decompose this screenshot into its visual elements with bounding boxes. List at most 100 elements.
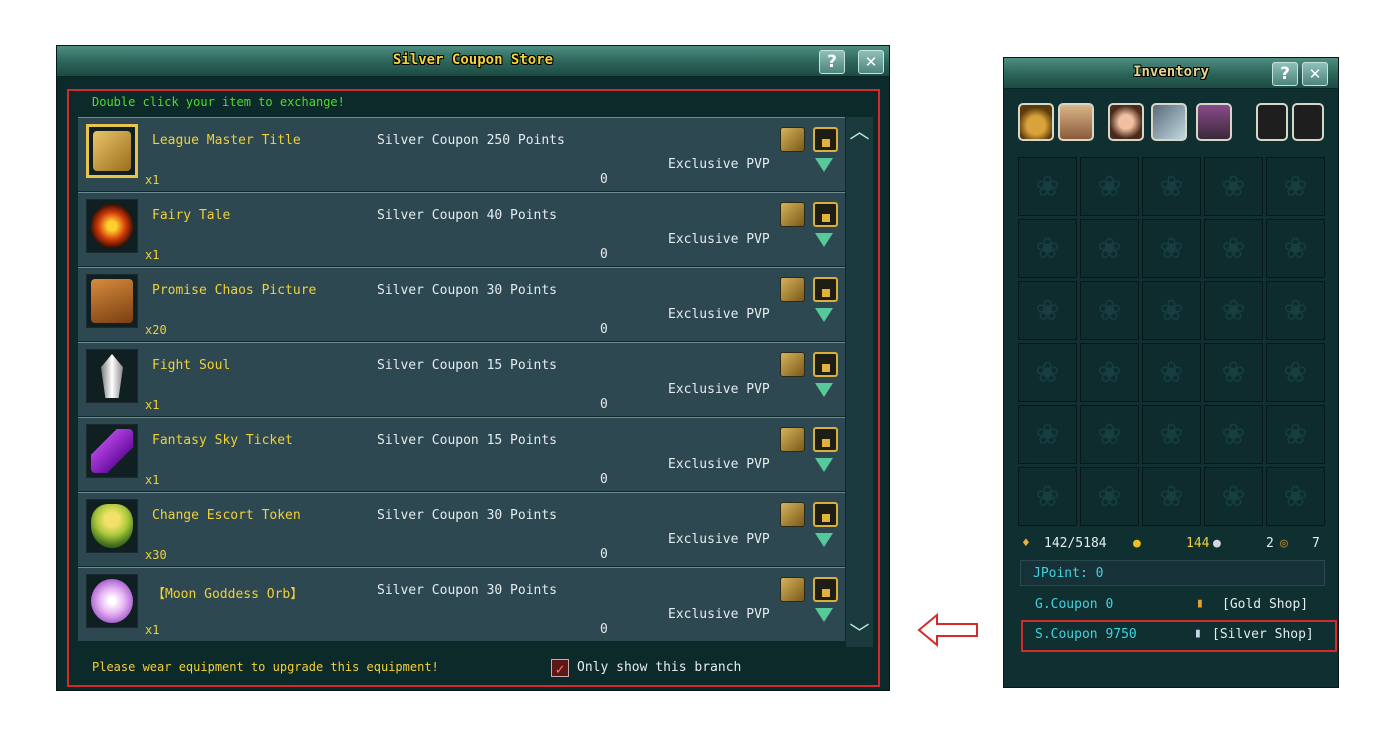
inventory-slot[interactable]: [1204, 219, 1263, 278]
item-thumb[interactable]: [86, 574, 138, 628]
store-titlebar[interactable]: Silver Coupon Store ? ✕: [57, 46, 889, 77]
compare-icon[interactable]: [780, 427, 805, 452]
inventory-slot[interactable]: [1266, 343, 1325, 402]
list-item[interactable]: x20 Promise Chaos Picture Silver Coupon …: [78, 267, 845, 341]
item-name: League Master Title: [152, 133, 301, 148]
inventory-slot[interactable]: [1080, 281, 1139, 340]
inventory-slot[interactable]: [1142, 343, 1201, 402]
silver-shop-link[interactable]: [Silver Shop]: [1212, 627, 1314, 642]
lock-icon[interactable]: [813, 127, 838, 152]
inventory-slot[interactable]: [1204, 281, 1263, 340]
orb-icon: [91, 579, 133, 623]
inventory-slot[interactable]: [1204, 405, 1263, 464]
item-thumb[interactable]: [86, 499, 138, 553]
compare-icon[interactable]: [780, 577, 805, 602]
copper-value: 7: [1312, 536, 1320, 551]
compare-icon[interactable]: [780, 202, 805, 227]
inventory-slot[interactable]: [1080, 343, 1139, 402]
gold-shop-icon[interactable]: ▮: [1196, 596, 1204, 611]
expand-arrow-icon[interactable]: [815, 533, 833, 547]
lock-icon[interactable]: [813, 352, 838, 377]
inventory-slot[interactable]: [1018, 281, 1077, 340]
inventory-slot[interactable]: [1266, 219, 1325, 278]
inventory-slot[interactable]: [1142, 405, 1201, 464]
item-thumb[interactable]: [86, 349, 138, 403]
compare-icon[interactable]: [780, 502, 805, 527]
lock-icon[interactable]: [1256, 103, 1288, 141]
compare-icon[interactable]: [780, 127, 805, 152]
scroll-down-icon[interactable]: ﹀: [848, 621, 871, 645]
inventory-slot[interactable]: [1080, 219, 1139, 278]
lock-icon[interactable]: [813, 577, 838, 602]
lock-icon[interactable]: [813, 427, 838, 452]
inventory-slot[interactable]: [1266, 405, 1325, 464]
item-owned: 0: [600, 172, 608, 187]
close-button[interactable]: ✕: [1302, 62, 1328, 86]
expand-arrow-icon[interactable]: [815, 383, 833, 397]
expand-arrow-icon[interactable]: [815, 458, 833, 472]
scroll-up-icon[interactable]: ︿: [848, 119, 871, 143]
inventory-slot[interactable]: [1142, 157, 1201, 216]
list-scrollbar[interactable]: ︿ ﹀: [846, 117, 873, 647]
inventory-slot[interactable]: [1266, 157, 1325, 216]
list-item[interactable]: x1 【Moon Goddess Orb】 Silver Coupon 30 P…: [78, 567, 845, 641]
inventory-slot[interactable]: [1080, 467, 1139, 526]
compare-icon[interactable]: [780, 352, 805, 377]
list-item[interactable]: x1 Fairy Tale Silver Coupon 40 Points 0 …: [78, 192, 845, 266]
list-item[interactable]: x1 League Master Title Silver Coupon 250…: [78, 117, 845, 191]
inventory-slot[interactable]: [1018, 343, 1077, 402]
lock-icon[interactable]: [813, 277, 838, 302]
armor-icon[interactable]: [1108, 103, 1144, 141]
inventory-slot[interactable]: [1204, 343, 1263, 402]
expand-arrow-icon[interactable]: [815, 608, 833, 622]
silver-shop-icon[interactable]: ▮: [1194, 626, 1202, 641]
inventory-slot[interactable]: [1018, 219, 1077, 278]
inventory-slot[interactable]: [1080, 157, 1139, 216]
help-button[interactable]: ?: [819, 50, 845, 74]
inventory-slot[interactable]: [1080, 405, 1139, 464]
item-price: Silver Coupon 250 Points: [377, 133, 565, 148]
scroll-icon: [93, 131, 131, 171]
inventory-slot[interactable]: [1204, 157, 1263, 216]
inventory-titlebar[interactable]: Inventory ? ✕: [1004, 58, 1338, 89]
lock-icon[interactable]: [813, 202, 838, 227]
inventory-slot[interactable]: [1142, 281, 1201, 340]
item-tag: Exclusive PVP: [668, 457, 770, 472]
inventory-slot[interactable]: [1018, 467, 1077, 526]
list-item[interactable]: x1 Fantasy Sky Ticket Silver Coupon 15 P…: [78, 417, 845, 491]
item-owned: 0: [600, 622, 608, 637]
item-thumb[interactable]: [86, 274, 138, 328]
compare-icon[interactable]: [780, 277, 805, 302]
inventory-slot[interactable]: [1142, 467, 1201, 526]
sword-icon[interactable]: [1151, 103, 1187, 141]
expand-arrow-icon[interactable]: [815, 158, 833, 172]
inventory-slot[interactable]: [1204, 467, 1263, 526]
close-button[interactable]: ✕: [858, 50, 884, 74]
unlock-icon[interactable]: [1292, 103, 1324, 141]
scroll-list-icon[interactable]: [1058, 103, 1094, 141]
inventory-slot[interactable]: [1018, 405, 1077, 464]
inventory-slot[interactable]: [1266, 467, 1325, 526]
inventory-slot[interactable]: [1142, 219, 1201, 278]
boot-icon[interactable]: [1196, 103, 1232, 141]
item-thumb[interactable]: [86, 424, 138, 478]
help-button[interactable]: ?: [1272, 62, 1298, 86]
gold-shop-link[interactable]: [Gold Shop]: [1222, 597, 1308, 612]
expand-arrow-icon[interactable]: [815, 233, 833, 247]
list-item[interactable]: x30 Change Escort Token Silver Coupon 30…: [78, 492, 845, 566]
lock-icon[interactable]: [813, 502, 838, 527]
item-owned: 0: [600, 547, 608, 562]
capacity-value: 142/5184: [1044, 536, 1107, 551]
branch-checkbox[interactable]: ✓: [551, 659, 569, 678]
item-thumb[interactable]: [86, 124, 138, 178]
inventory-slot[interactable]: [1266, 281, 1325, 340]
silver-ingot-icon: ●: [1213, 536, 1221, 551]
expand-arrow-icon[interactable]: [815, 308, 833, 322]
copper-coin-icon: ◎: [1280, 536, 1288, 551]
list-item[interactable]: x1 Fight Soul Silver Coupon 15 Points 0 …: [78, 342, 845, 416]
silver-coupon-box: S.Coupon 9750 ▮ [Silver Shop]: [1024, 623, 1334, 649]
branch-checkbox-label[interactable]: Only show this branch: [577, 660, 741, 675]
bag-icon[interactable]: [1018, 103, 1054, 141]
item-thumb[interactable]: [86, 199, 138, 253]
inventory-slot[interactable]: [1018, 157, 1077, 216]
